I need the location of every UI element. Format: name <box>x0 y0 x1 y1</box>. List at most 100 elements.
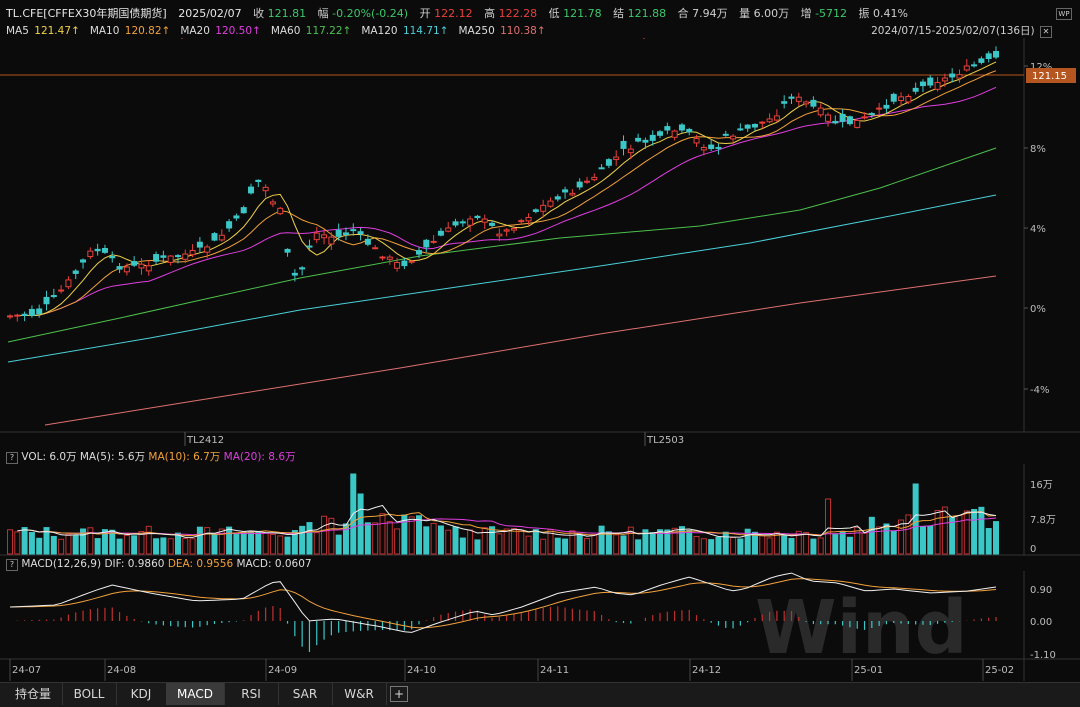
candle <box>116 266 123 270</box>
vol-ma10-line <box>24 510 997 537</box>
candle <box>518 220 525 223</box>
candle <box>890 93 897 102</box>
date-range[interactable]: 2024/07/15-2025/02/07(136日) ✕ <box>871 24 1052 38</box>
candle <box>174 255 181 258</box>
ma-label: MA20 <box>180 25 214 37</box>
candle <box>335 229 342 237</box>
candle <box>145 265 152 272</box>
current-price-text: 121.15 <box>1032 71 1067 82</box>
help-icon[interactable]: ? <box>6 452 18 464</box>
candle <box>993 51 999 58</box>
volume-bar <box>109 529 116 555</box>
volume-bar <box>934 509 941 555</box>
volume-bar <box>72 535 79 555</box>
volume-bar <box>116 538 123 555</box>
oi-label: 增 <box>800 7 812 20</box>
candle <box>269 201 276 205</box>
volume-chart[interactable]: 16万 7.8万 0 <box>0 464 1080 556</box>
candle <box>773 115 780 121</box>
candle <box>423 239 430 248</box>
volume-bar <box>131 535 138 555</box>
amp-field: 振 0.41% <box>859 7 908 20</box>
tab-rsi[interactable]: RSI <box>224 683 279 705</box>
volume-bar <box>196 526 203 555</box>
volume-bar <box>919 526 926 555</box>
tab-macd[interactable]: MACD <box>166 683 225 705</box>
amount-field: 合 7.94万 <box>678 7 728 20</box>
tab-[interactable]: 持仓量 <box>4 683 63 705</box>
candle <box>445 227 452 232</box>
candle <box>437 230 444 236</box>
corner-settings-icon[interactable]: WP <box>1056 6 1072 20</box>
candle <box>576 181 583 188</box>
volume-bar <box>803 531 810 555</box>
volume-bar <box>700 538 707 555</box>
vol-ma10: MA(10): 6.7万 <box>148 451 221 463</box>
help-icon[interactable]: ? <box>6 559 18 571</box>
volume-bar <box>532 529 539 555</box>
vol-ma5: MA(5): 5.6万 <box>79 451 146 463</box>
tab-sar[interactable]: SAR <box>278 683 333 705</box>
candle <box>532 209 539 212</box>
candle <box>956 74 963 79</box>
candle <box>883 104 890 109</box>
volume-bar <box>649 532 656 555</box>
volume-bar <box>394 528 401 555</box>
high-value: 122.28 <box>498 7 538 20</box>
candle <box>182 253 189 260</box>
volume-bar <box>963 510 970 555</box>
candle <box>167 255 174 263</box>
tab-wr[interactable]: W&R <box>332 683 387 705</box>
volume-bar <box>890 530 897 555</box>
candle <box>123 266 130 273</box>
candle <box>919 81 926 87</box>
change-value: -0.20%(-0.24) <box>332 7 409 20</box>
volume-bar <box>218 528 225 555</box>
price-chart[interactable]: 12%8%4%0%-4%121.15TL2412 TL2503ˇ ˇ <box>0 38 1080 446</box>
volume-bar <box>868 516 875 555</box>
candle <box>255 179 262 183</box>
add-tab-button[interactable]: + <box>390 686 408 702</box>
volume-bar <box>861 532 868 555</box>
candle <box>540 204 547 212</box>
volume-bar <box>985 528 992 555</box>
candle <box>416 250 423 255</box>
candle <box>861 116 868 119</box>
candle <box>248 186 255 194</box>
candle <box>14 314 21 317</box>
volume-header: ? VOL: 6.0万 MA(5): 5.6万 MA(10): 6.7万 MA(… <box>6 450 296 464</box>
candle <box>832 120 839 124</box>
candle <box>226 221 233 229</box>
macd-chart[interactable]: Wind 0.90 0.00 -1.10 24-07 24-08 24-09 24-10 24-… <box>0 571 1080 681</box>
symbol-name[interactable]: TL.CFE[CFFEX30年期国债期货] <box>6 7 167 20</box>
candle <box>985 53 992 60</box>
candle <box>474 215 481 219</box>
candle <box>50 295 57 298</box>
ma-value: 114.71↑ <box>402 25 449 37</box>
date-axis-label: 24-11 <box>540 665 569 676</box>
candle <box>642 139 649 143</box>
vol-value: VOL: 6.0万 <box>21 451 77 463</box>
volume-bar <box>240 532 247 555</box>
volume-bar <box>613 534 620 555</box>
candle <box>328 236 335 245</box>
candle <box>394 262 401 269</box>
volume-bar <box>14 531 21 555</box>
candle <box>934 82 941 90</box>
candle <box>817 107 824 116</box>
candle <box>730 135 737 140</box>
volume-bar <box>489 526 496 555</box>
volume-bar <box>459 537 466 555</box>
close-value: 121.81 <box>267 7 307 20</box>
date-axis-label: 24-08 <box>107 665 136 676</box>
tab-kdj[interactable]: KDJ <box>116 683 167 705</box>
close-icon[interactable]: ✕ <box>1040 26 1052 38</box>
candle <box>912 87 919 92</box>
tab-boll[interactable]: BOLL <box>62 683 117 705</box>
candle <box>963 65 970 71</box>
candle <box>722 133 729 136</box>
candle <box>233 215 240 219</box>
candle <box>313 232 320 241</box>
price-axis-label: 8% <box>1030 144 1046 155</box>
ma-value: 120.82↑ <box>124 25 171 37</box>
